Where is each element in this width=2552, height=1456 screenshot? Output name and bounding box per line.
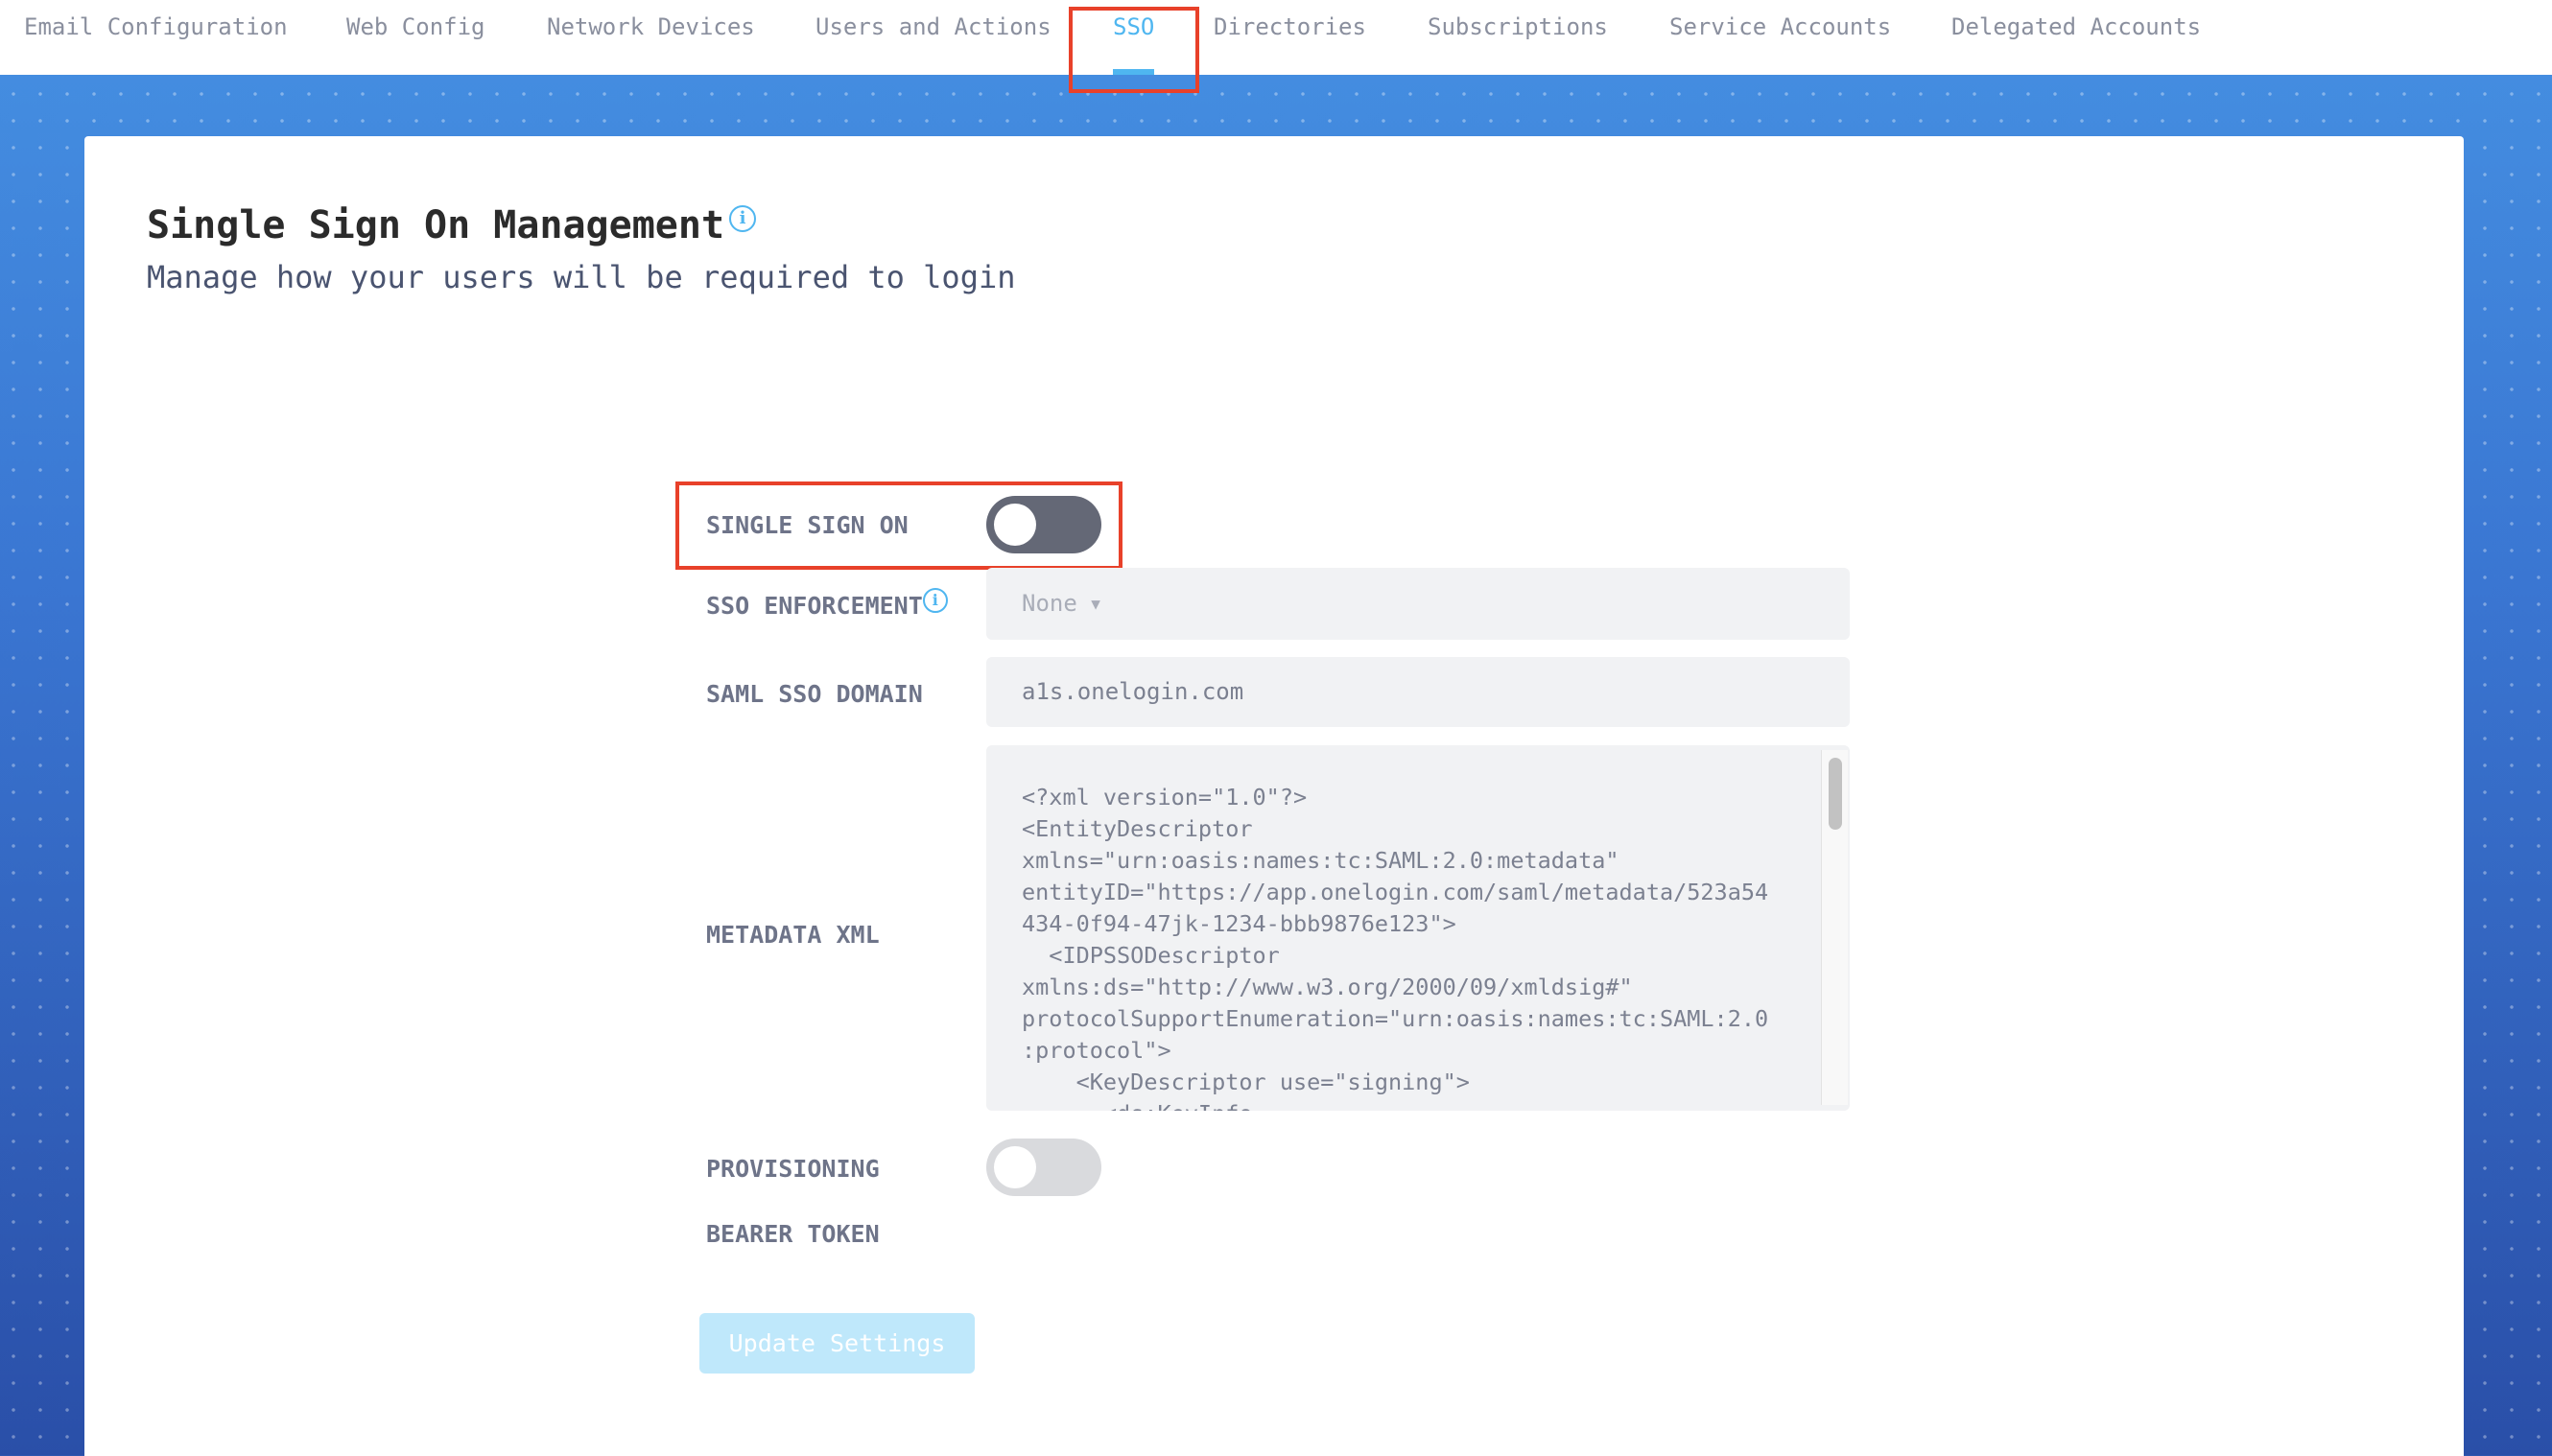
tab-delegated-accounts[interactable]: Delegated Accounts — [1951, 13, 2201, 40]
scrollbar-thumb[interactable] — [1829, 758, 1842, 830]
highlight-box-sso-tab — [1069, 7, 1199, 93]
saml-sso-domain-input[interactable]: a1s.onelogin.com — [986, 657, 1850, 727]
page-title: Single Sign On Management — [147, 203, 725, 247]
tab-service-accounts[interactable]: Service Accounts — [1669, 13, 1891, 40]
sso-enforcement-select[interactable]: None ▼ — [986, 568, 1850, 640]
page-subtitle: Manage how your users will be required t… — [147, 259, 1016, 295]
provisioning-toggle[interactable] — [986, 1139, 1101, 1196]
tab-email-configuration[interactable]: Email Configuration — [24, 13, 288, 40]
tab-network-devices[interactable]: Network Devices — [547, 13, 755, 40]
info-icon[interactable]: i — [729, 205, 756, 232]
scrollbar[interactable] — [1821, 750, 1848, 1105]
tab-users-and-actions[interactable]: Users and Actions — [815, 13, 1052, 40]
tab-directories[interactable]: Directories — [1214, 13, 1366, 40]
bearer-token-label: BEARER TOKEN — [706, 1220, 880, 1248]
metadata-xml-label: METADATA XML — [706, 921, 880, 949]
metadata-xml-textarea[interactable]: <?xml version="1.0"?> <EntityDescriptor … — [986, 745, 1850, 1111]
update-settings-button[interactable]: Update Settings — [699, 1313, 975, 1374]
sso-enforcement-label: SSO ENFORCEMENT i — [706, 588, 948, 620]
sso-enforcement-value: None — [1022, 590, 1077, 617]
tab-web-config[interactable]: Web Config — [346, 13, 485, 40]
top-nav: Email Configuration Web Config Network D… — [0, 0, 2552, 75]
chevron-down-icon: ▼ — [1091, 595, 1100, 613]
toggle-knob — [994, 1146, 1036, 1188]
saml-sso-domain-label: SAML SSO DOMAIN — [706, 680, 923, 708]
info-icon[interactable]: i — [922, 588, 948, 613]
provisioning-label: PROVISIONING — [706, 1155, 880, 1183]
tab-subscriptions[interactable]: Subscriptions — [1428, 13, 1608, 40]
metadata-xml-content: <?xml version="1.0"?> <EntityDescriptor … — [1022, 784, 1769, 1111]
highlight-box-sso-toggle — [675, 481, 1122, 570]
sso-enforcement-label-text: SSO ENFORCEMENT — [706, 592, 923, 620]
